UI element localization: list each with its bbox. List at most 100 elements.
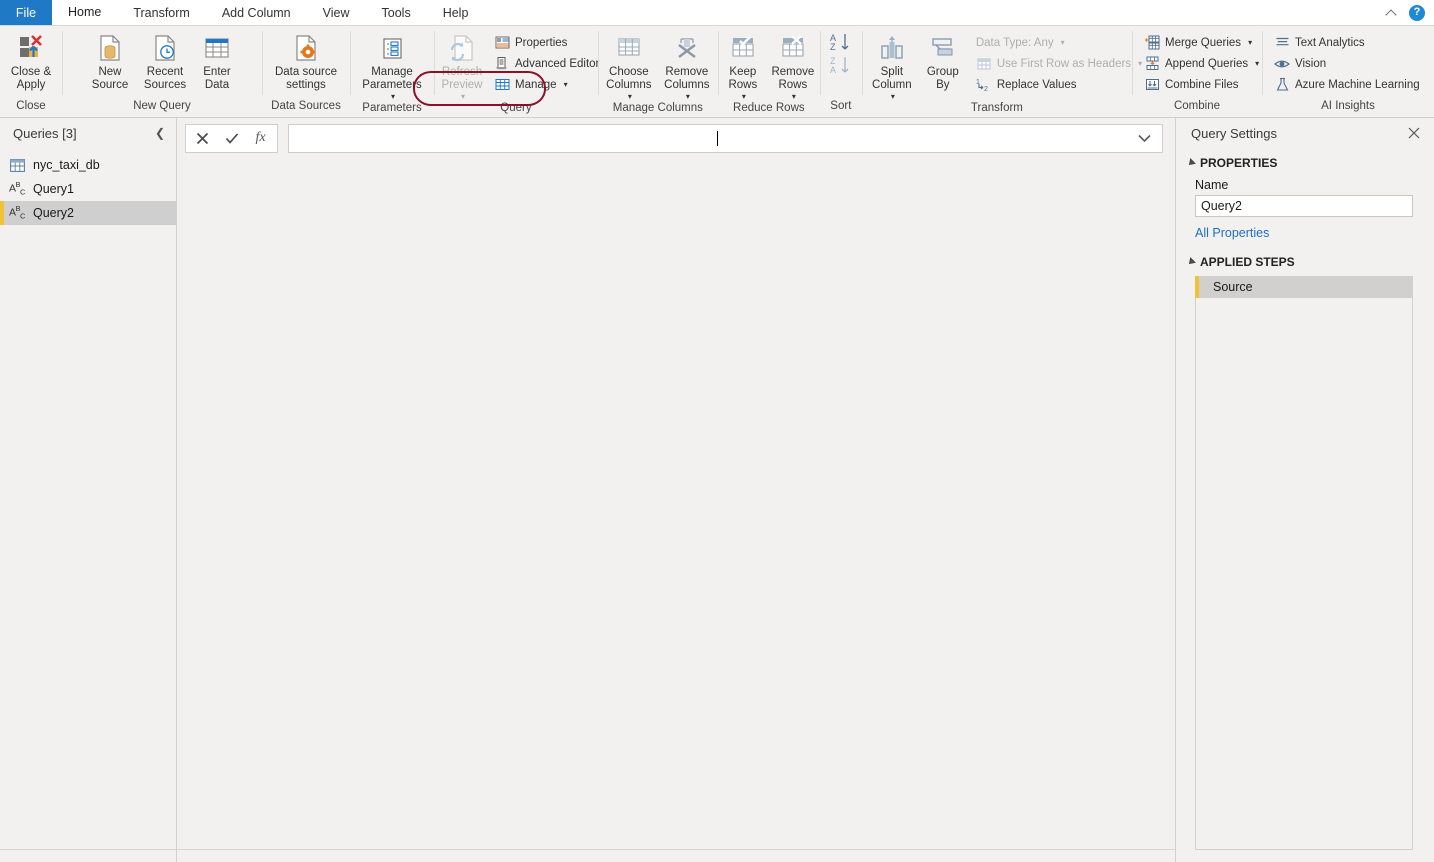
sort-descending-button[interactable]: Z A bbox=[829, 55, 853, 75]
group-by-button[interactable]: Group By bbox=[920, 29, 966, 92]
tab-view[interactable]: View bbox=[307, 0, 366, 25]
cancel-x-icon[interactable] bbox=[188, 125, 217, 152]
tab-tools-label: Tools bbox=[382, 6, 411, 20]
query-list-item-nyc-taxi-db[interactable]: nyc_taxi_db bbox=[0, 153, 176, 177]
chevron-down-icon[interactable]: ▾ bbox=[461, 92, 465, 101]
new-source-button[interactable]: New Source bbox=[84, 29, 136, 92]
merge-queries-button[interactable]: Merge Queries▾ bbox=[1142, 32, 1264, 53]
properties-icon bbox=[494, 35, 510, 51]
manage-button[interactable]: Manage▾ bbox=[492, 74, 604, 95]
ribbon-group-close: Close & Apply Close bbox=[0, 26, 62, 117]
query-name-input[interactable]: Query2 bbox=[1195, 195, 1413, 217]
preview-area-divider bbox=[177, 849, 1175, 850]
tab-add-column[interactable]: Add Column bbox=[206, 0, 307, 25]
fx-icon[interactable]: fx bbox=[246, 125, 275, 152]
tab-tools[interactable]: Tools bbox=[366, 0, 427, 25]
applied-step-source[interactable]: Source bbox=[1195, 276, 1413, 298]
merge-queries-icon bbox=[1144, 35, 1160, 51]
ribbon-group-data-sources: Data source settings Data Sources bbox=[262, 26, 350, 117]
remove-columns-icon bbox=[670, 32, 704, 64]
chevron-down-icon[interactable]: ▾ bbox=[564, 80, 568, 89]
abc-text-icon: ABC bbox=[8, 205, 26, 221]
recent-sources-button[interactable]: Recent Sources bbox=[136, 29, 194, 92]
tab-transform[interactable]: Transform bbox=[117, 0, 206, 25]
split-column-label: Split Column bbox=[872, 66, 912, 92]
chevron-down-icon[interactable]: ▾ bbox=[391, 92, 395, 101]
properties-section-header[interactable]: PROPERTIES bbox=[1176, 148, 1434, 174]
split-column-button[interactable]: Split Column▾ bbox=[864, 29, 920, 101]
chevron-down-icon[interactable]: ▾ bbox=[1061, 38, 1065, 47]
append-queries-button[interactable]: Append Queries▾ bbox=[1142, 53, 1264, 74]
combine-files-icon bbox=[1144, 77, 1160, 93]
vision-button[interactable]: Vision bbox=[1272, 53, 1425, 74]
enter-data-button[interactable]: Enter Data bbox=[194, 29, 240, 92]
new-source-icon bbox=[93, 32, 127, 64]
formula-input[interactable] bbox=[288, 124, 1163, 153]
replace-values-button[interactable]: 1 2 Replace Values bbox=[974, 74, 1147, 95]
manage-parameters-icon bbox=[375, 32, 409, 64]
transform-small-buttons: Data Type: Any▾ Use First Row as Headers… bbox=[966, 29, 1149, 95]
choose-columns-button[interactable]: Choose Columns▾ bbox=[600, 29, 658, 101]
manage-icon bbox=[494, 77, 510, 93]
sort-ascending-button[interactable]: A Z bbox=[829, 32, 853, 52]
chevron-up-icon[interactable] bbox=[1386, 6, 1399, 19]
close-icon[interactable] bbox=[1408, 127, 1426, 139]
applied-steps-section-header[interactable]: APPLIED STEPS bbox=[1176, 240, 1434, 273]
queries-pane-divider bbox=[0, 849, 176, 850]
manage-parameters-label: Manage Parameters bbox=[362, 66, 421, 92]
applied-steps-section-label: APPLIED STEPS bbox=[1200, 255, 1295, 269]
text-analytics-icon bbox=[1274, 35, 1290, 51]
refresh-preview-button[interactable]: Refresh Preview▾ bbox=[436, 29, 488, 101]
chevron-down-icon[interactable]: ▾ bbox=[686, 92, 690, 101]
text-analytics-button[interactable]: Text Analytics bbox=[1272, 32, 1425, 53]
combine-files-label: Combine Files bbox=[1165, 79, 1239, 91]
new-source-label: New Source bbox=[92, 66, 128, 92]
query-list-item-query2[interactable]: ABC Query2 bbox=[0, 201, 176, 225]
chevron-down-icon[interactable]: ▾ bbox=[1248, 38, 1252, 47]
azure-machine-learning-button[interactable]: Azure Machine Learning bbox=[1272, 74, 1425, 95]
refresh-preview-icon bbox=[445, 32, 479, 64]
queries-list: nyc_taxi_db ABC Query1 ABC Query2 bbox=[0, 153, 176, 225]
queries-pane: Queries [3] ❮ nyc_taxi_db ABC Query1 bbox=[0, 118, 177, 862]
chevron-down-icon[interactable]: ▾ bbox=[891, 92, 895, 101]
tab-file[interactable]: File bbox=[0, 0, 52, 25]
vision-eye-icon bbox=[1274, 56, 1290, 72]
chevron-down-icon[interactable]: ▾ bbox=[628, 92, 632, 101]
all-properties-link[interactable]: All Properties bbox=[1176, 217, 1434, 240]
tab-help[interactable]: Help bbox=[427, 0, 485, 25]
combine-files-button[interactable]: Combine Files bbox=[1142, 74, 1264, 95]
advanced-editor-button[interactable]: Advanced Editor bbox=[492, 53, 604, 74]
enter-data-icon bbox=[200, 32, 234, 64]
chevron-down-icon[interactable] bbox=[1138, 134, 1156, 143]
data-source-settings-button[interactable]: Data source settings bbox=[266, 29, 346, 92]
data-type-button[interactable]: Data Type: Any▾ bbox=[974, 32, 1147, 53]
ribbon-group-new-query-label: New Query bbox=[64, 99, 260, 117]
chevron-down-icon[interactable]: ▾ bbox=[742, 92, 746, 101]
properties-button[interactable]: Properties bbox=[492, 32, 604, 53]
remove-columns-button[interactable]: Remove Columns▾ bbox=[658, 29, 716, 101]
tab-home[interactable]: Home bbox=[52, 0, 117, 25]
chevron-left-icon[interactable]: ❮ bbox=[152, 126, 168, 140]
triangle-expanded-icon bbox=[1186, 257, 1196, 267]
chevron-down-icon[interactable]: ▾ bbox=[1255, 59, 1259, 68]
ribbon-group-data-sources-label: Data Sources bbox=[264, 99, 348, 117]
help-icon[interactable]: ? bbox=[1409, 5, 1425, 21]
ribbon-group-manage-columns: Choose Columns▾ Remove Columns▾ Manage C… bbox=[598, 26, 718, 117]
refresh-preview-label: Refresh Preview bbox=[442, 66, 483, 92]
remove-rows-button[interactable]: Remove Rows▾ bbox=[767, 29, 819, 101]
close-and-apply-button[interactable]: Close & Apply bbox=[2, 29, 60, 92]
chevron-down-icon[interactable]: ▾ bbox=[792, 92, 796, 101]
ribbon-group-close-label: Close bbox=[2, 99, 60, 117]
azure-ml-flask-icon bbox=[1274, 77, 1290, 93]
manage-parameters-button[interactable]: Manage Parameters▾ bbox=[353, 29, 431, 101]
ribbon-group-ai-insights-label: AI Insights bbox=[1264, 99, 1432, 117]
accept-check-icon[interactable] bbox=[217, 125, 246, 152]
svg-text:2: 2 bbox=[984, 86, 988, 92]
window-controls: ? bbox=[1386, 0, 1434, 25]
recent-sources-icon bbox=[148, 32, 182, 64]
keep-rows-button[interactable]: Keep Rows▾ bbox=[719, 29, 767, 101]
ribbon-group-combine-label: Combine bbox=[1134, 99, 1260, 117]
query-list-item-query1[interactable]: ABC Query1 bbox=[0, 177, 176, 201]
ribbon-group-parameters-label: Parameters bbox=[352, 101, 432, 117]
use-first-row-as-headers-button[interactable]: Use First Row as Headers▾ bbox=[974, 53, 1147, 74]
